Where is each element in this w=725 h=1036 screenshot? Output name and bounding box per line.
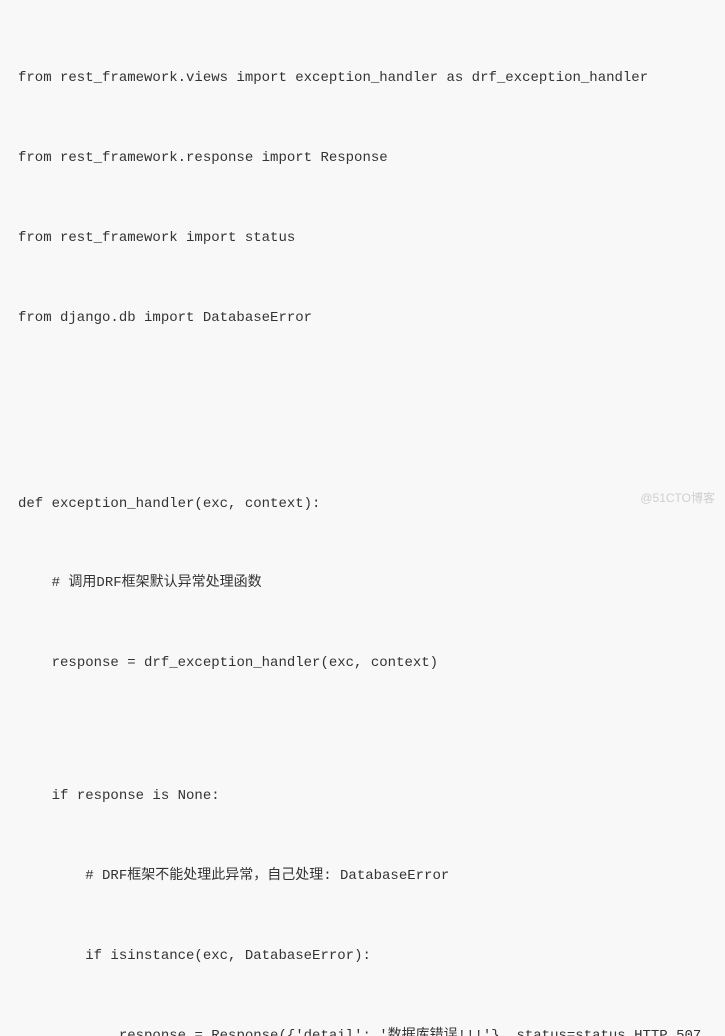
code-line: def exception_handler(exc, context): — [18, 491, 707, 518]
code-line: response = drf_exception_handler(exc, co… — [18, 650, 707, 677]
code-line: if response is None: — [18, 783, 707, 810]
code-line: from rest_framework import status — [18, 225, 707, 252]
code-line: from rest_framework.response import Resp… — [18, 145, 707, 172]
code-block: from rest_framework.views import excepti… — [18, 12, 707, 1036]
watermark: @51CTO博客 — [640, 487, 715, 510]
code-line: # 调用DRF框架默认异常处理函数 — [18, 570, 707, 597]
code-line: # DRF框架不能处理此异常，自己处理: DatabaseError — [18, 863, 707, 890]
code-line: from rest_framework.views import excepti… — [18, 65, 707, 92]
code-line: response = Response({'detail': '数据库错误!!!… — [18, 1023, 707, 1036]
code-line: from django.db import DatabaseError — [18, 305, 707, 332]
code-line: if isinstance(exc, DatabaseError): — [18, 943, 707, 970]
